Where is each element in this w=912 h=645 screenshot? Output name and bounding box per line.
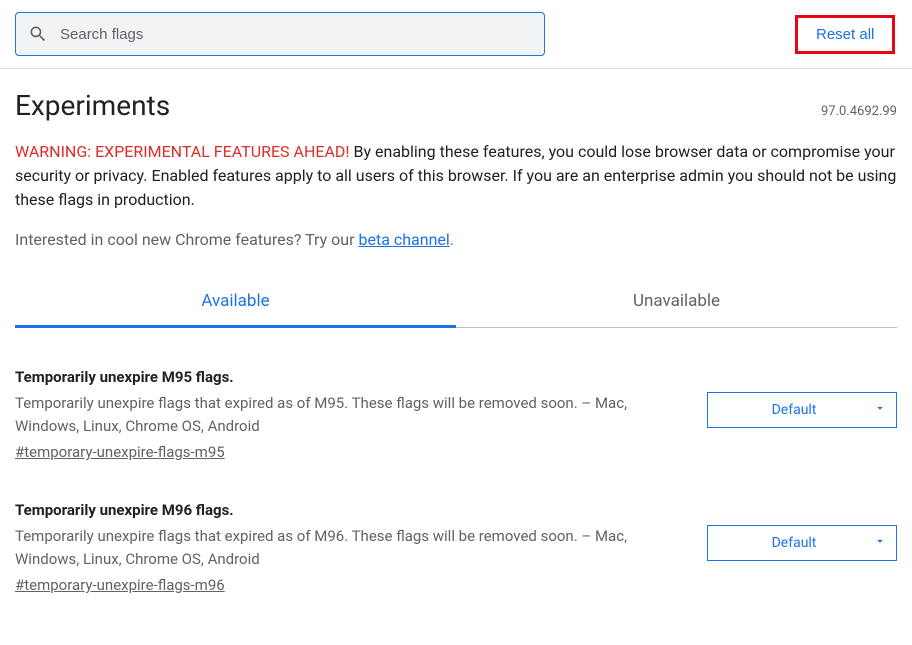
flag-text: Temporarily unexpire M95 flags. Temporar… — [15, 368, 677, 461]
search-icon — [28, 24, 48, 44]
header-row: Experiments 97.0.4692.99 — [15, 89, 897, 122]
flag-title: Temporarily unexpire M96 flags. — [15, 501, 677, 519]
flag-description: Temporarily unexpire flags that expired … — [15, 392, 677, 437]
version-label: 97.0.4692.99 — [821, 104, 897, 119]
tab-unavailable[interactable]: Unavailable — [456, 279, 897, 327]
flag-text: Temporarily unexpire M96 flags. Temporar… — [15, 501, 677, 594]
select-wrap: Default — [707, 525, 897, 561]
tab-available[interactable]: Available — [15, 279, 456, 328]
promo-after: . — [450, 230, 454, 249]
flag-control: Default — [707, 525, 897, 561]
flag-item: Temporarily unexpire M96 flags. Temporar… — [15, 501, 897, 594]
flag-select[interactable]: Default — [707, 392, 897, 428]
flag-control: Default — [707, 392, 897, 428]
promo-before: Interested in cool new Chrome features? … — [15, 230, 358, 249]
flag-anchor-link[interactable]: #temporary-unexpire-flags-m96 — [15, 576, 225, 594]
page-title: Experiments — [15, 89, 170, 122]
beta-channel-link[interactable]: beta channel — [358, 230, 449, 249]
select-wrap: Default — [707, 392, 897, 428]
search-container[interactable] — [15, 12, 545, 56]
flag-title: Temporarily unexpire M95 flags. — [15, 368, 677, 386]
top-bar: Reset all — [0, 0, 912, 69]
flag-item: Temporarily unexpire M95 flags. Temporar… — [15, 368, 897, 461]
flag-list: Temporarily unexpire M95 flags. Temporar… — [15, 368, 897, 594]
content-area: Experiments 97.0.4692.99 WARNING: EXPERI… — [0, 69, 912, 594]
flag-anchor-link[interactable]: #temporary-unexpire-flags-m95 — [15, 443, 225, 461]
warning-block: WARNING: EXPERIMENTAL FEATURES AHEAD! By… — [15, 140, 897, 212]
promo-text: Interested in cool new Chrome features? … — [15, 230, 897, 249]
flag-description: Temporarily unexpire flags that expired … — [15, 525, 677, 570]
tabs: Available Unavailable — [15, 279, 897, 328]
flag-select[interactable]: Default — [707, 525, 897, 561]
search-input[interactable] — [60, 26, 532, 43]
warning-prefix: WARNING: EXPERIMENTAL FEATURES AHEAD! — [15, 142, 350, 161]
reset-all-button[interactable]: Reset all — [795, 15, 895, 54]
